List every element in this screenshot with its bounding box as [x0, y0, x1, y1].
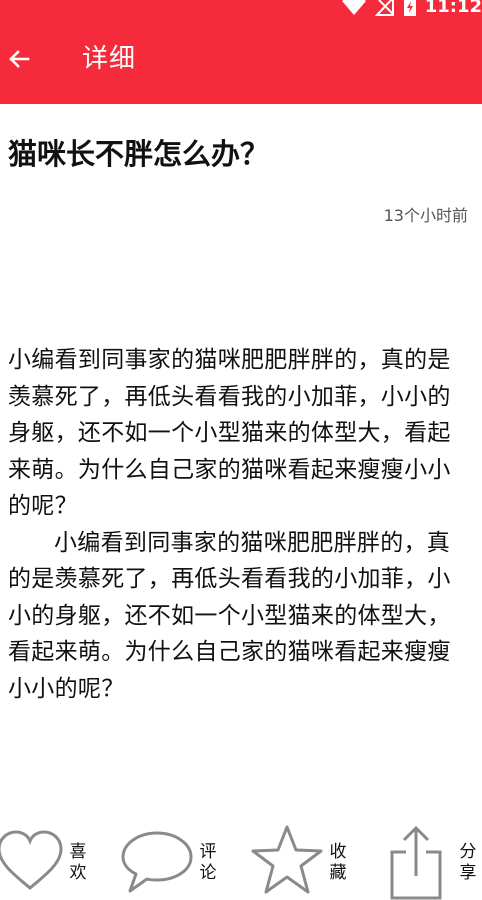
page-title: 详细	[82, 44, 137, 74]
wifi-icon	[341, 0, 366, 15]
article-paragraph: 小编看到同事家的猫咪肥肥胖胖的，真的是羡慕死了，再低头看看我的小加菲，小小的身躯…	[8, 529, 451, 702]
heart-icon	[0, 830, 63, 890]
battery-charging-icon	[403, 0, 416, 16]
share-button[interactable]: 分享	[382, 820, 482, 900]
status-time: 11:12	[424, 0, 482, 17]
favorite-label: 收藏	[329, 842, 347, 883]
arrow-left-icon	[9, 50, 30, 68]
article-title: 猫咪长不胖怎么办？	[8, 137, 270, 171]
article-timestamp: 13个小时前	[383, 206, 468, 225]
app-bar: 详细	[0, 16, 482, 104]
status-bar: 11:12	[0, 0, 482, 17]
like-button[interactable]: 喜欢	[0, 820, 100, 900]
speech-bubble-icon	[121, 831, 193, 893]
article-body: 小编看到同事家的猫咪肥肥胖胖的，真的是羡慕死了，再低头看看我的小加菲，小小的身躯…	[8, 342, 456, 707]
share-label: 分享	[459, 842, 477, 883]
comment-label: 评论	[199, 842, 217, 883]
back-button[interactable]	[4, 44, 34, 74]
comment-button[interactable]: 评论	[118, 820, 228, 900]
share-icon	[390, 825, 442, 900]
signal-icon	[374, 0, 394, 16]
like-label: 喜欢	[69, 842, 87, 883]
article-paragraph: 小编看到同事家的猫咪肥肥胖胖的，真的是羡慕死了，再低头看看我的小加菲，小小的身躯…	[8, 347, 451, 519]
favorite-button[interactable]: 收藏	[246, 820, 356, 900]
bottom-action-bar: 喜欢 评论 收藏 分享	[0, 820, 482, 900]
star-icon	[251, 825, 323, 894]
